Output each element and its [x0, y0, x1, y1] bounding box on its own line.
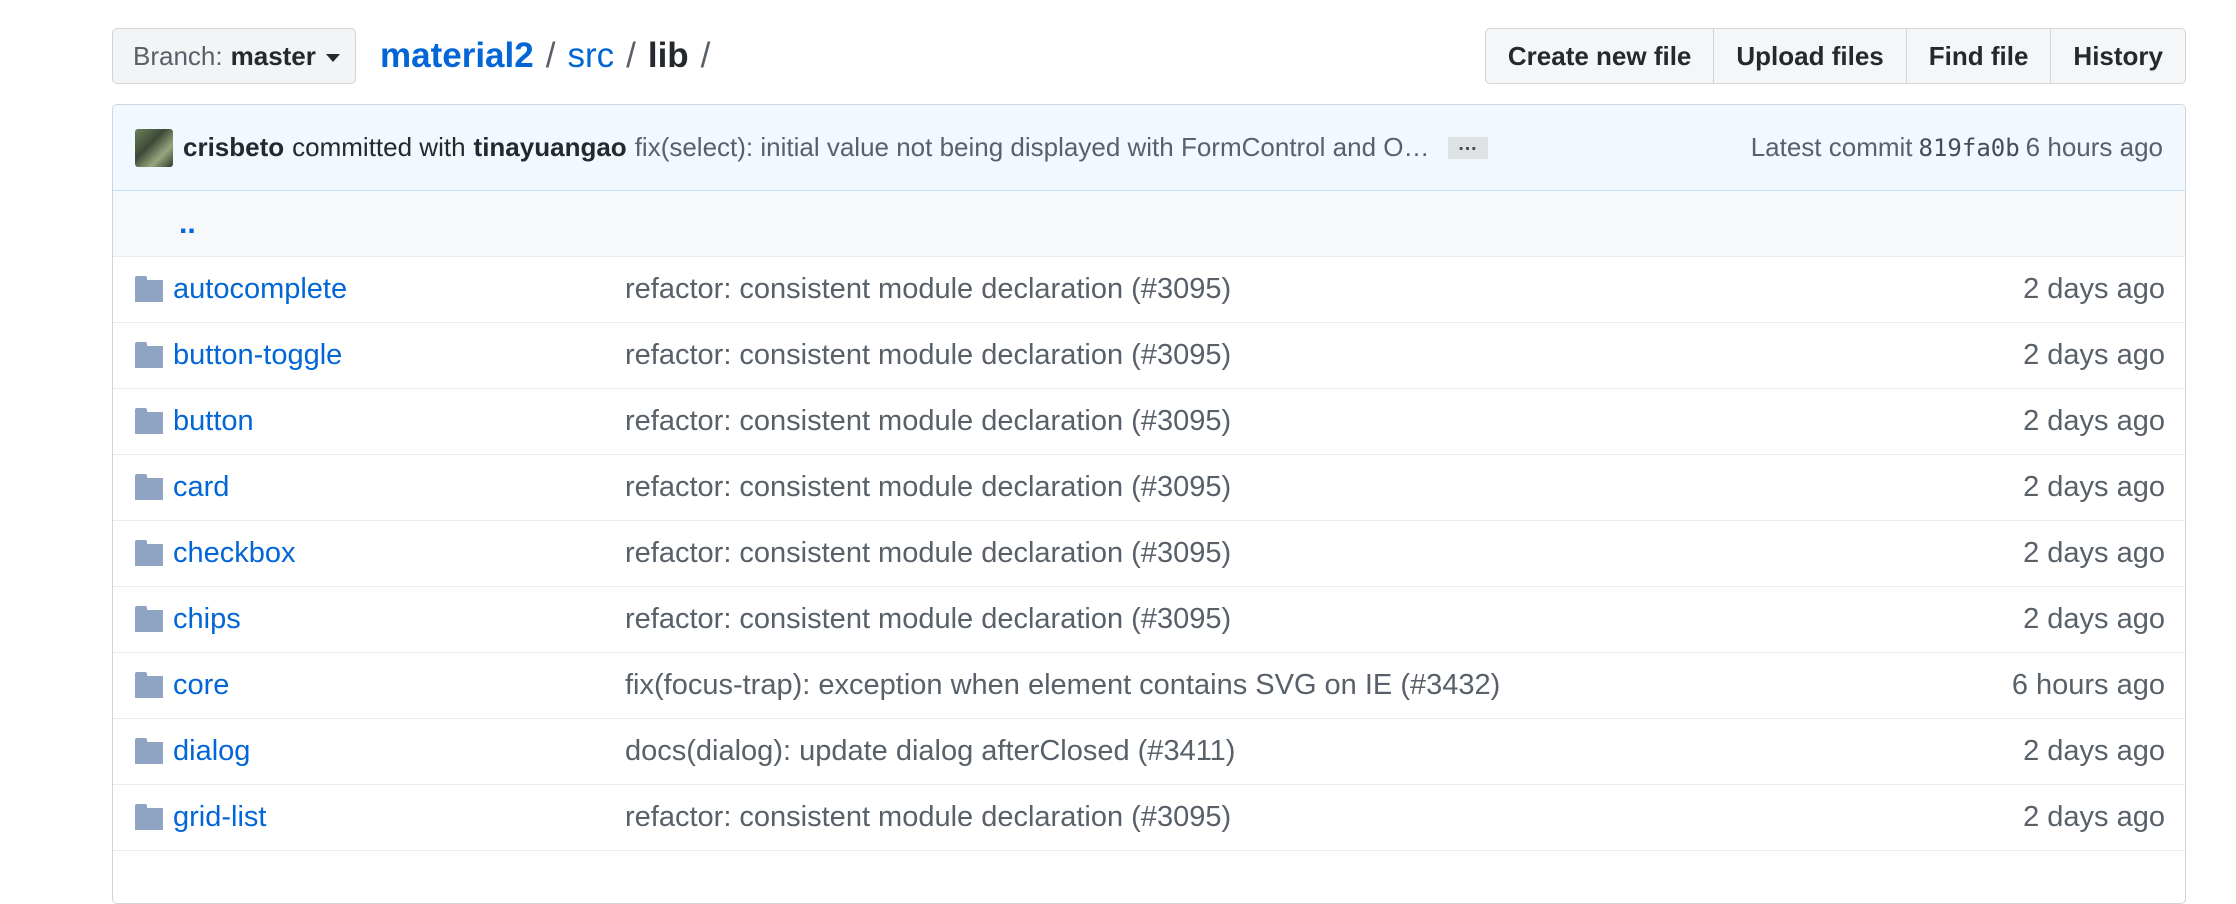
table-row: dialog docs(dialog): update dialog afterC…: [113, 719, 2185, 785]
breadcrumb-separator: /: [545, 36, 556, 75]
commit-age: 2 days ago: [2023, 405, 2165, 437]
commit-message-link[interactable]: docs(dialog): update dialog afterClosed …: [625, 735, 1235, 768]
avatar[interactable]: [135, 128, 173, 167]
folder-icon: [135, 606, 163, 632]
commit-message-link[interactable]: refactor: consistent module declaration …: [625, 405, 1231, 438]
breadcrumb-src-link[interactable]: src: [567, 36, 614, 76]
table-row: chips refactor: consistent module declara…: [113, 587, 2185, 653]
latest-commit-bar: crisbeto committed with tinayuangao fix(…: [113, 105, 2185, 191]
file-actions: Create new file Upload files Find file H…: [1484, 28, 2186, 84]
branch-label: Branch:: [133, 40, 223, 71]
table-row: card refactor: consistent module declarat…: [113, 455, 2185, 521]
table-row: checkbox refactor: consistent module decl…: [113, 521, 2185, 587]
file-name-link[interactable]: core: [173, 669, 229, 702]
file-name-link[interactable]: chips: [173, 603, 241, 636]
table-row: button-toggle refactor: consistent module…: [113, 323, 2185, 389]
file-name-link[interactable]: checkbox: [173, 537, 296, 570]
table-row: autocomplete refactor: consistent module …: [113, 257, 2185, 323]
commit-message-link[interactable]: refactor: consistent module declaration …: [625, 801, 1231, 834]
file-name-link[interactable]: autocomplete: [173, 273, 347, 306]
file-name-link[interactable]: dialog: [173, 735, 250, 768]
history-button[interactable]: History: [2050, 28, 2186, 84]
caret-down-icon: [325, 54, 340, 62]
folder-icon: [135, 738, 163, 764]
branch-select-button[interactable]: Branch: master: [112, 28, 356, 84]
commit-age: 2 days ago: [2023, 471, 2165, 503]
parent-directory-link[interactable]: ..: [113, 191, 2185, 257]
commit-message-link[interactable]: refactor: consistent module declaration …: [625, 471, 1231, 504]
folder-icon: [135, 540, 163, 566]
create-new-file-button[interactable]: Create new file: [1484, 28, 1715, 84]
breadcrumb-repo-link[interactable]: material2: [380, 36, 534, 76]
table-row: grid-list refactor: consistent module dec…: [113, 785, 2185, 851]
table-row: button refactor: consistent module declar…: [113, 389, 2185, 455]
folder-icon: [135, 342, 163, 368]
file-name-link[interactable]: grid-list: [173, 801, 266, 834]
branch-value: master: [230, 40, 316, 71]
commit-age: 6 hours ago: [2011, 669, 2165, 701]
commit-message-link[interactable]: refactor: consistent module declaration …: [625, 537, 1231, 570]
commit-author-link[interactable]: crisbeto: [183, 132, 284, 163]
commit-sha-link[interactable]: 819fa0b: [1919, 134, 2020, 162]
breadcrumb: material2 / src / lib /: [380, 28, 722, 84]
folder-icon: [135, 804, 163, 830]
file-table: crisbeto committed with tinayuangao fix(…: [112, 104, 2186, 904]
commit-age: 2 days ago: [2023, 801, 2165, 833]
commit-message-link[interactable]: fix(focus-trap): exception when element …: [625, 669, 1500, 702]
breadcrumb-separator: /: [700, 36, 711, 75]
commit-age: 2 days ago: [2023, 735, 2165, 767]
file-name-link[interactable]: button: [173, 405, 254, 438]
latest-commit-label: Latest commit: [1750, 132, 1913, 162]
commit-message-link[interactable]: refactor: consistent module declaration …: [625, 339, 1231, 372]
commit-coauthor-link[interactable]: tinayuangao: [474, 132, 627, 163]
find-file-button[interactable]: Find file: [1905, 28, 2052, 84]
commit-message-link[interactable]: fix(select): initial value not being dis…: [635, 132, 1430, 163]
folder-icon: [135, 672, 163, 698]
folder-icon: [135, 474, 163, 500]
commit-age: 2 days ago: [2023, 273, 2165, 305]
repo-toolbar: Branch: master material2 / src / lib / C…: [112, 28, 2186, 84]
file-name-link[interactable]: button-toggle: [173, 339, 342, 372]
folder-icon: [135, 408, 163, 434]
commit-message-link[interactable]: refactor: consistent module declaration …: [625, 273, 1231, 306]
latest-commit-age: 6 hours ago: [2025, 132, 2163, 162]
latest-commit-info: Latest commit 819fa0b 6 hours ago: [1751, 132, 2163, 163]
expand-commit-button[interactable]: …: [1447, 134, 1488, 159]
commit-age: 2 days ago: [2023, 537, 2165, 569]
commit-mid-text: committed with: [292, 132, 466, 162]
breadcrumb-separator: /: [626, 36, 636, 75]
commit-age: 2 days ago: [2023, 603, 2165, 635]
upload-files-button[interactable]: Upload files: [1713, 28, 1907, 84]
commit-message-link[interactable]: refactor: consistent module declaration …: [625, 603, 1231, 636]
table-row: core fix(focus-trap): exception when elem…: [113, 653, 2185, 719]
file-name-link[interactable]: card: [173, 471, 229, 504]
commit-age: 2 days ago: [2023, 339, 2165, 371]
folder-icon: [135, 276, 163, 302]
breadcrumb-current: lib: [647, 36, 689, 75]
